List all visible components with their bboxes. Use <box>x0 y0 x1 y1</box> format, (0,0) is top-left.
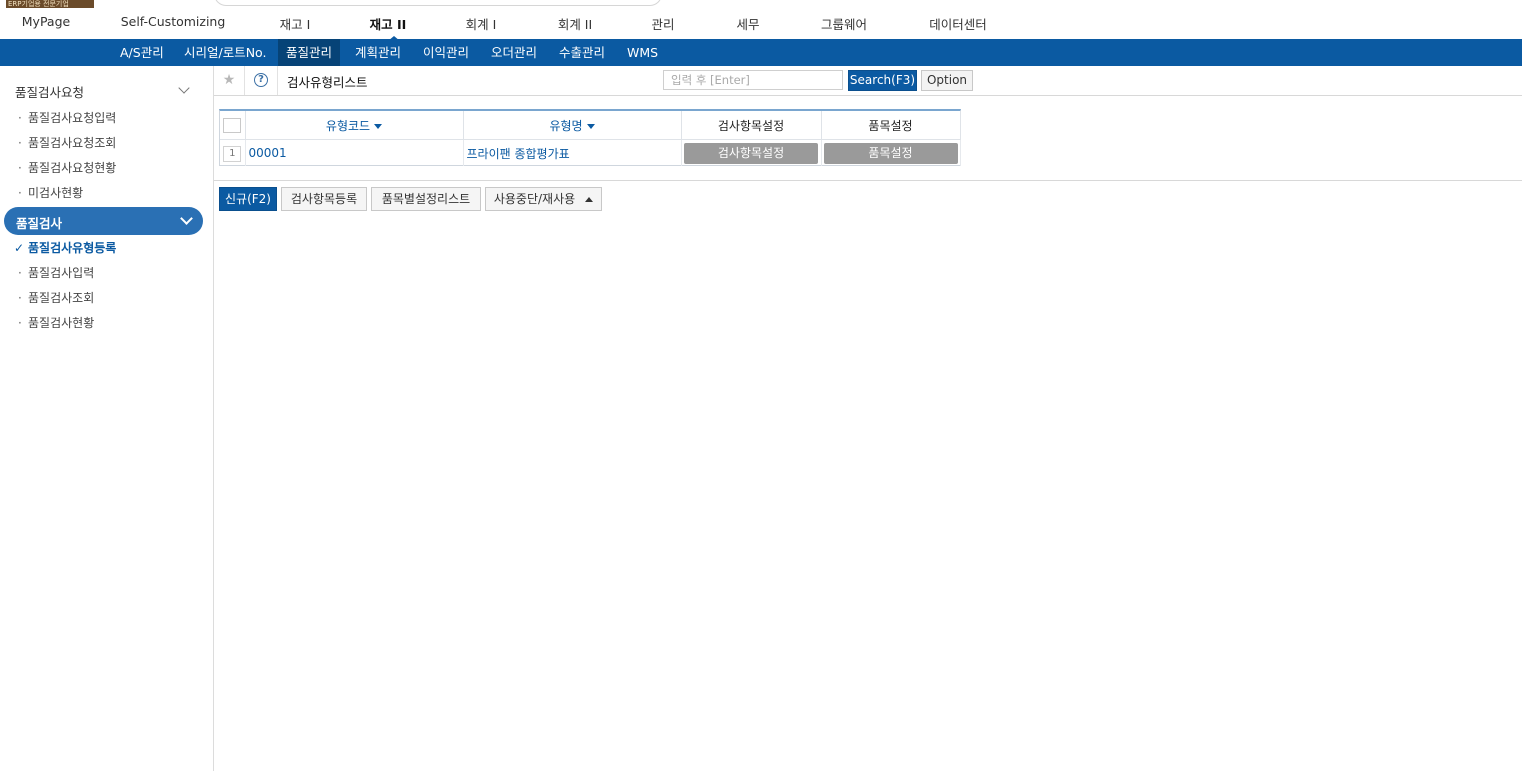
column-header-item-settings: 품목설정 <box>821 111 961 140</box>
type-list-grid: 유형코드 유형명 검사항목설정 품목설정 1 00001 프라이팬 종합평가표 … <box>219 109 961 166</box>
chevron-down-icon[interactable] <box>180 212 193 225</box>
page-title: 검사유형리스트 <box>287 75 368 90</box>
top-nav-groupware[interactable]: 그룹웨어 <box>821 14 867 33</box>
check-icon: ✓ <box>14 241 25 255</box>
sidebar-item-inspection-status[interactable]: · 품질검사현황 <box>18 314 94 331</box>
help-icon: ? <box>254 73 268 87</box>
sidebar-item-inspection-search[interactable]: · 품질검사조회 <box>18 289 94 306</box>
sidebar-item-label: 품질검사조회 <box>28 291 95 305</box>
sidebar-item-label: 품질검사입력 <box>28 266 95 280</box>
divider <box>214 180 1522 181</box>
brand-badge: ERP기업용 전문기업 <box>6 0 94 8</box>
bullet-icon: · <box>18 161 22 175</box>
top-nav-mypage[interactable]: MyPage <box>22 14 70 29</box>
column-label: 유형코드 <box>325 118 371 133</box>
caret-up-icon <box>585 197 594 202</box>
select-all-checkbox[interactable] <box>223 117 242 133</box>
sidebar-group-inspection[interactable]: 품질검사 <box>4 207 203 235</box>
column-header-type-code[interactable]: 유형코드 <box>245 111 464 140</box>
global-search-box[interactable] <box>214 0 662 6</box>
bullet-icon: · <box>18 266 22 280</box>
sort-down-icon <box>374 123 383 129</box>
sub-nav: A/S관리 시리얼/로트No. 품질관리 계획관리 이익관리 오더관리 수출관리… <box>0 39 1522 66</box>
stop-reuse-label: 사용중단/재사용 <box>493 192 576 206</box>
sub-nav-export[interactable]: 수출관리 <box>551 39 613 66</box>
star-icon[interactable]: ★ <box>214 66 245 95</box>
row-number[interactable]: 1 <box>223 145 242 162</box>
sidebar-item-label: 품질검사현황 <box>28 316 95 330</box>
sub-nav-wms[interactable]: WMS <box>619 39 666 66</box>
select-all-cell[interactable] <box>220 111 246 140</box>
top-nav-self-customizing[interactable]: Self-Customizing <box>121 14 226 29</box>
sidebar-item-label: 품질검사요청입력 <box>28 111 117 125</box>
sub-nav-quality[interactable]: 품질관리 <box>278 39 341 66</box>
register-inspection-items-button[interactable]: 검사항목등록 <box>281 187 367 211</box>
bullet-icon: · <box>18 291 22 305</box>
top-nav: MyPage Self-Customizing 재고 I 재고 II 회계 I … <box>0 10 1522 41</box>
sub-nav-as[interactable]: A/S관리 <box>112 39 172 66</box>
new-button[interactable]: 신규(F2) <box>219 187 277 211</box>
sub-nav-profit[interactable]: 이익관리 <box>415 39 477 66</box>
inspection-items-setting-button[interactable]: 검사항목설정 <box>684 142 818 164</box>
bullet-icon: · <box>18 316 22 330</box>
bullet-icon: · <box>18 186 22 200</box>
type-name-link[interactable]: 프라이팬 종합평가표 <box>464 147 570 161</box>
item-settings-list-button[interactable]: 품목별설정리스트 <box>371 187 481 211</box>
bullet-icon: · <box>18 111 22 125</box>
page-toolbar: ★ ? 검사유형리스트 Search(F3) Option <box>214 66 1522 96</box>
top-nav-data-center[interactable]: 데이터센터 <box>929 14 987 33</box>
top-nav-management[interactable]: 관리 <box>651 14 674 33</box>
item-setting-button[interactable]: 품목설정 <box>823 142 958 164</box>
sidebar-item-label: 미검사현황 <box>28 186 84 200</box>
sidebar-item-request-search[interactable]: · 품질검사요청조회 <box>18 134 116 151</box>
sidebar-item-label: 품질검사유형등록 <box>28 241 117 255</box>
sidebar-item-inspection-input[interactable]: · 품질검사입력 <box>18 264 94 281</box>
table-row: 1 00001 프라이팬 종합평가표 검사항목설정 품목설정 <box>220 139 961 166</box>
top-nav-inventory-2[interactable]: 재고 II <box>370 14 407 33</box>
search-input[interactable] <box>663 70 843 90</box>
option-button[interactable]: Option <box>921 70 973 91</box>
column-header-type-name[interactable]: 유형명 <box>463 111 682 140</box>
chevron-down-icon[interactable] <box>178 82 190 94</box>
sidebar-group-inspection-request[interactable]: 품질검사요청 <box>15 82 84 101</box>
sidebar-group-label: 품질검사 <box>16 216 63 231</box>
sub-nav-serial-lot[interactable]: 시리얼/로트No. <box>176 39 274 66</box>
top-nav-accounting-1[interactable]: 회계 I <box>466 14 497 33</box>
sidebar-item-request-status[interactable]: · 품질검사요청현황 <box>18 159 116 176</box>
sort-down-icon <box>586 123 595 129</box>
grid-header-row: 유형코드 유형명 검사항목설정 품목설정 <box>220 111 961 140</box>
sidebar-item-type-register[interactable]: ✓ 품질검사유형등록 <box>14 239 116 256</box>
sidebar: 품질검사요청 · 품질검사요청입력 · 품질검사요청조회 · 품질검사요청현황 · 미검… <box>0 66 214 771</box>
top-nav-accounting-2[interactable]: 회계 II <box>558 14 592 33</box>
search-button[interactable]: Search(F3) <box>848 70 917 91</box>
column-header-inspection-items: 검사항목설정 <box>681 111 822 140</box>
top-nav-inventory-1[interactable]: 재고 I <box>280 14 311 33</box>
sidebar-item-label: 품질검사요청조회 <box>28 136 117 150</box>
sidebar-item-label: 품질검사요청현황 <box>28 161 117 175</box>
help-button[interactable]: ? <box>245 66 278 95</box>
sidebar-item-uninspected-status[interactable]: · 미검사현황 <box>18 184 83 201</box>
top-nav-tax[interactable]: 세무 <box>736 14 759 33</box>
column-label: 유형명 <box>549 118 583 133</box>
bullet-icon: · <box>18 136 22 150</box>
sidebar-item-request-input[interactable]: · 품질검사요청입력 <box>18 109 116 126</box>
type-code-link[interactable]: 00001 <box>246 146 287 160</box>
sub-nav-order[interactable]: 오더관리 <box>483 39 545 66</box>
sub-nav-plan[interactable]: 계획관리 <box>347 39 409 66</box>
stop-reuse-dropdown[interactable]: 사용중단/재사용 <box>485 187 602 211</box>
